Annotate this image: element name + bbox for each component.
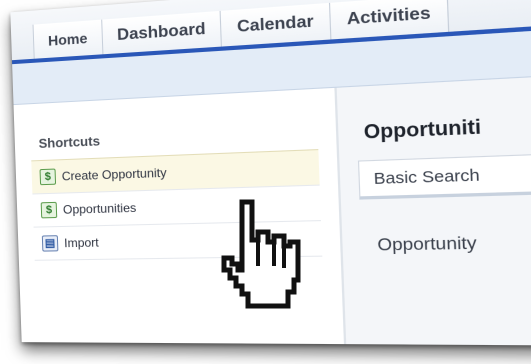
- shortcut-label: Opportunities: [62, 200, 137, 217]
- import-icon: ▤: [41, 235, 59, 252]
- tab-home[interactable]: Home: [32, 19, 103, 59]
- tab-dashboard[interactable]: Dashboard: [101, 10, 222, 55]
- main-content: Opportuniti Basic Search Opportunity: [336, 73, 531, 346]
- tab-calendar[interactable]: Calendar: [220, 2, 331, 47]
- opportunity-icon: $: [40, 201, 58, 219]
- basic-search-tab[interactable]: Basic Search: [357, 152, 531, 200]
- shortcuts-title: Shortcuts: [38, 133, 101, 152]
- opportunity-plus-icon: $: [39, 168, 57, 186]
- shortcut-label: Create Opportunity: [61, 165, 167, 184]
- screenshot-stage: Home Dashboard Calendar Activities Short…: [0, 0, 531, 364]
- tab-activities[interactable]: Activities: [328, 0, 450, 40]
- page-title: Opportuniti: [363, 115, 482, 143]
- hand-pointer-icon: [221, 199, 301, 309]
- opportunity-field-label: Opportunity: [377, 234, 477, 255]
- shortcut-label: Import: [63, 235, 99, 251]
